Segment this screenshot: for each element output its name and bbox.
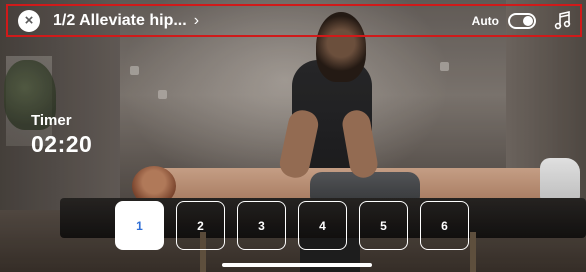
exercise-title: 1/2 Alleviate hip... <box>53 11 187 29</box>
top-bar: × 1/2 Alleviate hip... › Auto <box>6 4 582 37</box>
step-button-3[interactable]: 3 <box>237 201 286 250</box>
toggle-knob <box>523 15 533 26</box>
step-button-5[interactable]: 5 <box>359 201 408 250</box>
home-indicator[interactable] <box>222 263 372 267</box>
music-playlist-button[interactable] <box>554 10 572 31</box>
auto-label: Auto <box>471 13 499 28</box>
step-button-4[interactable]: 4 <box>298 201 347 250</box>
timer-label: Timer <box>31 112 72 129</box>
step-button-1[interactable]: 1 <box>115 201 164 250</box>
step-selector: 1 2 3 4 5 6 <box>115 201 469 250</box>
close-icon: × <box>24 12 34 29</box>
chevron-right-icon: › <box>193 11 200 29</box>
step-button-6[interactable]: 6 <box>420 201 469 250</box>
auto-toggle[interactable] <box>508 12 536 29</box>
music-playlist-icon <box>554 10 571 29</box>
timer-value: 02:20 <box>31 131 93 157</box>
step-button-2[interactable]: 2 <box>176 201 225 250</box>
close-button[interactable]: × <box>18 9 40 32</box>
exercise-title-link[interactable]: 1/2 Alleviate hip... › <box>53 12 199 30</box>
